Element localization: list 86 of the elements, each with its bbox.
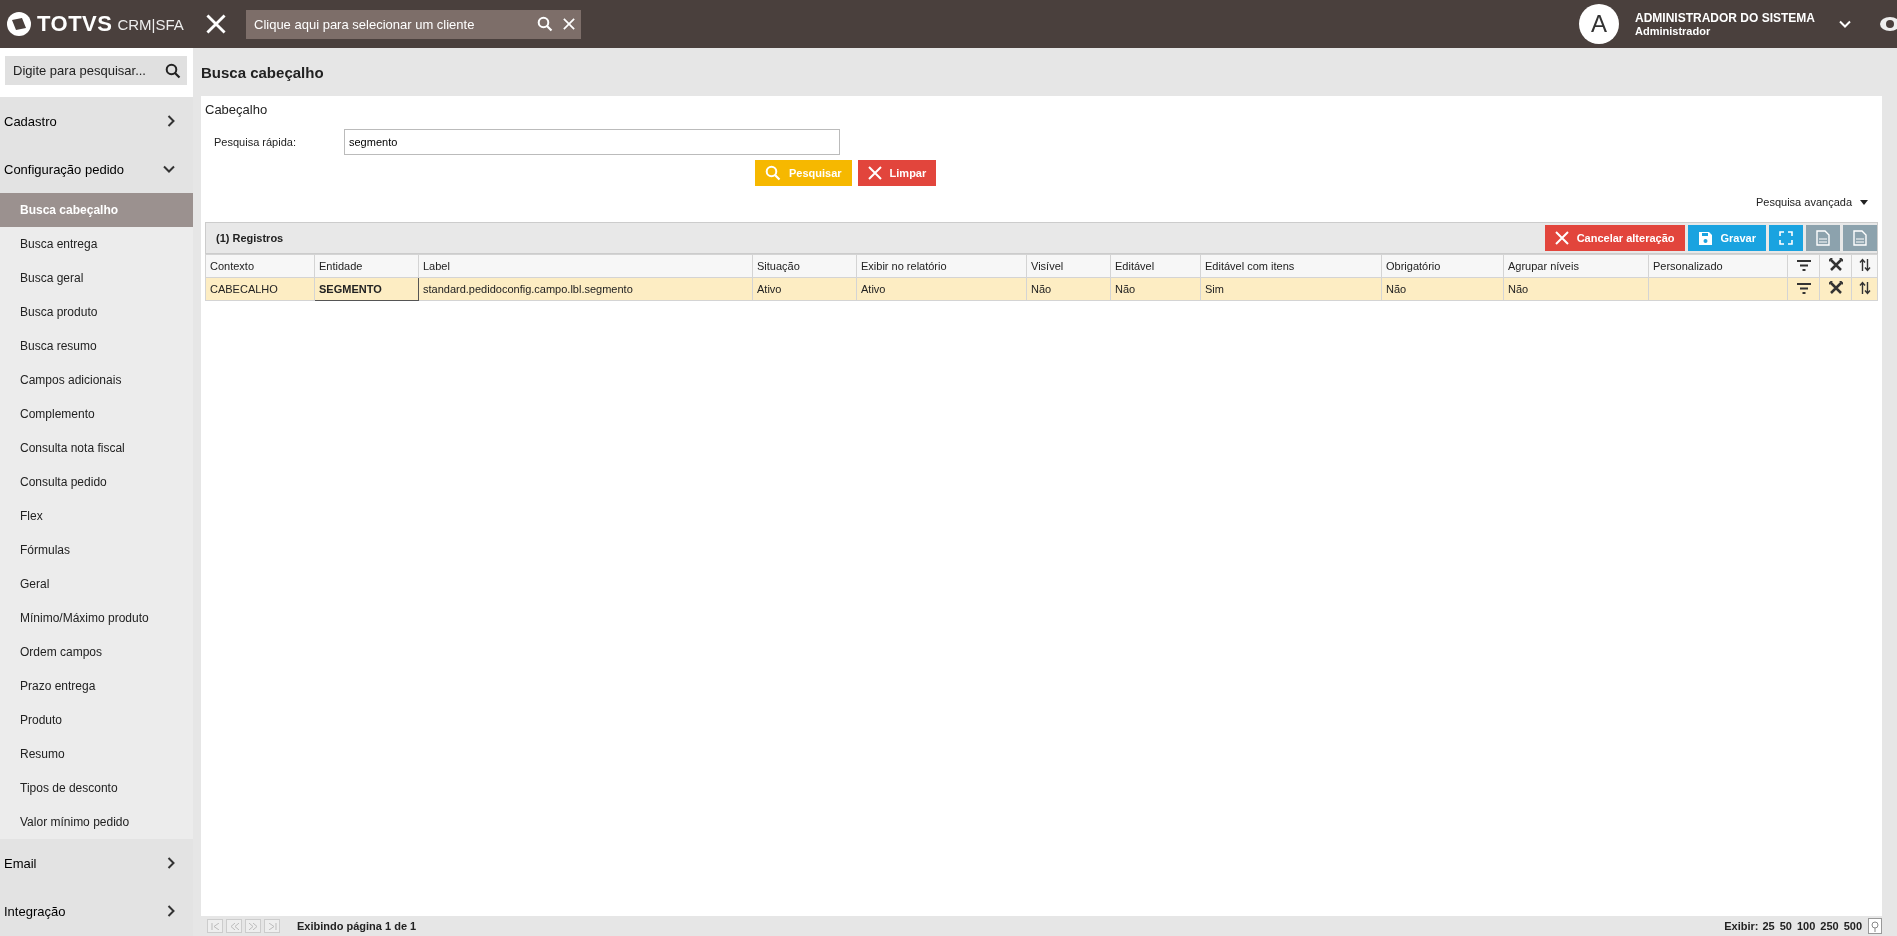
column-header[interactable]: Agrupar níveis bbox=[1503, 254, 1649, 278]
column-header[interactable]: Personalizado bbox=[1648, 254, 1788, 278]
arrow-icon bbox=[229, 922, 239, 930]
search-icon bbox=[537, 16, 553, 32]
filter-icon[interactable] bbox=[1796, 259, 1811, 271]
menu-item[interactable]: Resumo bbox=[0, 737, 193, 771]
menu-item[interactable]: Busca geral bbox=[0, 261, 193, 295]
clear-icon bbox=[563, 18, 575, 30]
close-icon bbox=[206, 14, 226, 34]
search-icon bbox=[765, 165, 781, 181]
tools-icon[interactable] bbox=[1828, 281, 1843, 295]
advanced-search-link[interactable]: Pesquisa avançada bbox=[205, 196, 1878, 208]
eye-icon[interactable] bbox=[1879, 16, 1897, 32]
table-cell: standard.pedidoconfig.campo.lbl.segmento bbox=[418, 277, 753, 301]
menu-search-bar[interactable]: Digite para pesquisar... bbox=[5, 56, 187, 85]
document-icon bbox=[1853, 230, 1867, 246]
menu-item[interactable]: Complemento bbox=[0, 397, 193, 431]
menu-item[interactable]: Consulta nota fiscal bbox=[0, 431, 193, 465]
user-role: Administrador bbox=[1635, 25, 1712, 37]
table-cell: CABECALHO bbox=[205, 277, 315, 301]
column-header[interactable]: Entidade bbox=[314, 254, 419, 278]
field-label: Pesquisa rápida: bbox=[213, 136, 297, 148]
section-title: Cabeçalho bbox=[205, 102, 269, 117]
menu-item[interactable]: Ordem campos bbox=[0, 635, 193, 669]
arrow-icon bbox=[210, 922, 220, 930]
column-header[interactable]: Obrigatório bbox=[1381, 254, 1504, 278]
chevron-down-icon bbox=[163, 165, 175, 173]
menu-item[interactable]: Busca produto bbox=[0, 295, 193, 329]
filter-icon[interactable] bbox=[1796, 282, 1811, 294]
page-size-label: Exibir: bbox=[1724, 920, 1759, 932]
column-header[interactable]: Contexto bbox=[205, 254, 315, 278]
arrow-icon bbox=[267, 922, 277, 930]
records-count: (1) Registros bbox=[216, 232, 284, 244]
search-icon bbox=[165, 62, 181, 79]
chevron-down-icon[interactable] bbox=[1839, 20, 1851, 28]
lightbulb-icon bbox=[1868, 918, 1882, 934]
menu-item[interactable]: Geral bbox=[0, 567, 193, 601]
sort-icon[interactable] bbox=[1858, 258, 1871, 272]
column-header[interactable]: Label bbox=[418, 254, 753, 278]
page-size-option[interactable]: 100 bbox=[1795, 920, 1817, 932]
chevron-right-icon bbox=[167, 115, 175, 127]
client-search-field[interactable]: Clique aqui para selecionar um cliente bbox=[252, 15, 527, 33]
table-cell: Sim bbox=[1200, 277, 1382, 301]
menu-item[interactable]: Fórmulas bbox=[0, 533, 193, 567]
menu-item[interactable]: Busca entrega bbox=[0, 227, 193, 261]
column-header[interactable]: Editável bbox=[1110, 254, 1201, 278]
logo-icon bbox=[6, 11, 32, 37]
menu-item[interactable]: Valor mínimo pedido bbox=[0, 805, 193, 839]
page-size-option[interactable]: 500 bbox=[1842, 920, 1863, 932]
column-header[interactable]: Editável com itens bbox=[1200, 254, 1382, 278]
menu-item[interactable]: Campos adicionais bbox=[0, 363, 193, 397]
column-header[interactable]: Situação bbox=[752, 254, 857, 278]
chevron-right-icon bbox=[167, 857, 175, 869]
column-header[interactable]: Exibir no relatório bbox=[856, 254, 1027, 278]
page-status: Exibindo página 1 de 1 bbox=[297, 920, 417, 932]
cancel-button[interactable]: Cancelar alteração bbox=[1544, 225, 1685, 251]
close-icon bbox=[867, 166, 882, 180]
page-size-option[interactable]: 25 bbox=[1761, 920, 1776, 932]
menu-item[interactable]: Busca resumo bbox=[0, 329, 193, 363]
client-search-bar[interactable]: Clique aqui para selecionar um cliente bbox=[246, 9, 581, 39]
close-icon bbox=[1554, 231, 1569, 245]
tools-icon[interactable] bbox=[1828, 258, 1843, 272]
sort-icon[interactable] bbox=[1858, 281, 1871, 295]
page-title: Busca cabeçalho bbox=[201, 62, 325, 83]
clear-button[interactable]: Limpar bbox=[857, 160, 937, 186]
menu-item[interactable]: Produto bbox=[0, 703, 193, 737]
user-name: ADMINISTRADOR DO SISTEMA bbox=[1635, 11, 1815, 25]
column-header[interactable]: Visível bbox=[1026, 254, 1111, 278]
menu-item[interactable]: Tipos de desconto bbox=[0, 771, 193, 805]
menu-item[interactable]: Prazo entrega bbox=[0, 669, 193, 703]
table-cell: Ativo bbox=[856, 277, 1027, 301]
arrow-icon bbox=[248, 922, 258, 930]
table-cell: Não bbox=[1503, 277, 1649, 301]
menu-item[interactable]: Flex bbox=[0, 499, 193, 533]
menu-item[interactable]: Consulta pedido bbox=[0, 465, 193, 499]
user-avatar: A bbox=[1579, 4, 1619, 44]
fullscreen-icon bbox=[1779, 231, 1793, 245]
page-size-option[interactable]: 250 bbox=[1819, 920, 1840, 932]
document-icon bbox=[1816, 230, 1830, 246]
product-name: CRM|SFA bbox=[117, 15, 184, 33]
brand-name: TOTVS bbox=[37, 11, 113, 37]
quick-search-field[interactable]: segmento bbox=[344, 129, 840, 155]
menu-item[interactable]: Mínimo/Máximo produto bbox=[0, 601, 193, 635]
chevron-right-icon bbox=[167, 905, 175, 917]
page-size-option[interactable]: 50 bbox=[1778, 920, 1793, 932]
table-cell: Não bbox=[1381, 277, 1504, 301]
